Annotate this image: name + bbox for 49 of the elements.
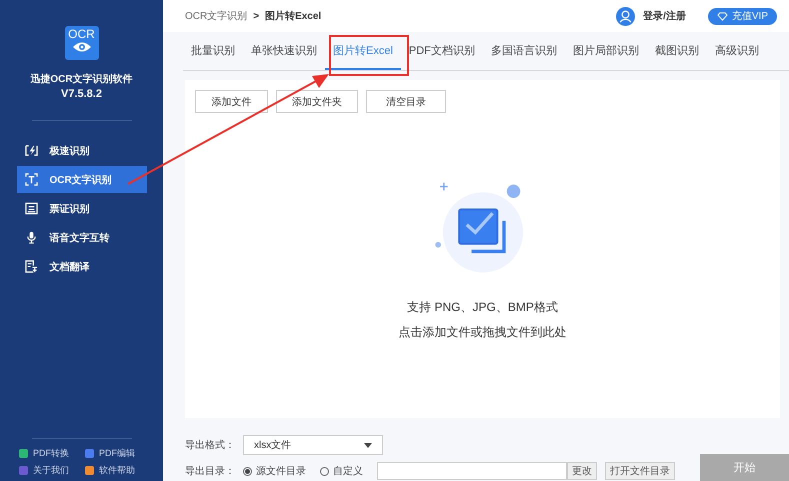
login-link[interactable]: 登录/注册	[643, 9, 686, 23]
format-dropdown[interactable]: xlsx文件	[243, 435, 383, 455]
microphone-icon	[24, 231, 38, 244]
app-logo: OCR	[64, 26, 98, 60]
tab[interactable]: 单张快速识别	[243, 32, 325, 70]
tab[interactable]: 多国语言识别	[482, 32, 565, 70]
sidebar-item[interactable]: 票证识别	[16, 195, 146, 222]
radio-button[interactable]	[320, 466, 329, 476]
breadcrumb-separator: >	[253, 10, 260, 22]
toolbar-button[interactable]: 清空目录	[366, 90, 446, 113]
radio-button[interactable]	[243, 466, 252, 476]
sidebar-item[interactable]: 文档翻译	[16, 253, 146, 280]
avatar-icon	[616, 6, 636, 26]
breadcrumb-current: 图片转Excel	[265, 10, 322, 23]
radio-option[interactable]: 自定义	[320, 464, 363, 478]
open-folder-button[interactable]: 打开文件目录	[605, 462, 675, 480]
drop-area[interactable]: 添加文件 添加文件夹 清空目录 支持 PNG、JPG、BMP格式 点击添加文件或拖拽文件到此处	[185, 80, 780, 418]
diamond-icon	[716, 12, 728, 20]
sidebar-item[interactable]: 语音文字互转	[16, 224, 146, 251]
caret-icon	[364, 442, 372, 448]
vip-button[interactable]: 充值VIP	[708, 8, 777, 24]
tab[interactable]: 批量识别	[183, 32, 243, 70]
tab[interactable]: 图片局部识别	[564, 32, 647, 70]
tab[interactable]: 图片转Excel	[325, 32, 401, 70]
sidebar-item[interactable]: 极速识别	[16, 137, 146, 164]
lightning-icon	[24, 144, 38, 157]
toolbar-button[interactable]: 添加文件夹	[276, 90, 358, 113]
card-icon	[24, 202, 38, 215]
app-name: 迅捷OCR文字识别软件	[30, 72, 133, 86]
export-format-label: 导出格式：	[185, 438, 235, 452]
radio-option[interactable]: 源文件目录	[243, 464, 306, 478]
toolbar-button[interactable]: 添加文件	[195, 90, 268, 113]
tab[interactable]: 高级识别	[706, 32, 767, 70]
export-dir-label: 导出目录：	[185, 464, 235, 478]
app-version: V7.5.8.2	[61, 88, 102, 100]
bottom-link[interactable]: 关于我们	[19, 464, 85, 477]
bottom-link[interactable]: PDF转换	[19, 447, 85, 460]
bottom-link[interactable]: PDF编辑	[85, 447, 145, 460]
bottom-link[interactable]: 软件帮助	[85, 464, 145, 477]
tab[interactable]: 截图识别	[646, 32, 707, 70]
sidebar-item[interactable]: OCR文字识别	[16, 166, 146, 193]
path-field[interactable]	[377, 462, 567, 480]
text-scan-icon	[24, 173, 38, 186]
drop-hint-text: 点击添加文件或拖拽文件到此处	[398, 324, 566, 341]
change-button[interactable]: 更改	[567, 462, 597, 480]
breadcrumb-link[interactable]: OCR文字识别	[185, 9, 248, 23]
supported-formats-text: 支持 PNG、JPG、BMP格式	[407, 299, 558, 316]
document-icon	[24, 260, 38, 273]
tab[interactable]: PDF文档识别	[400, 32, 483, 70]
